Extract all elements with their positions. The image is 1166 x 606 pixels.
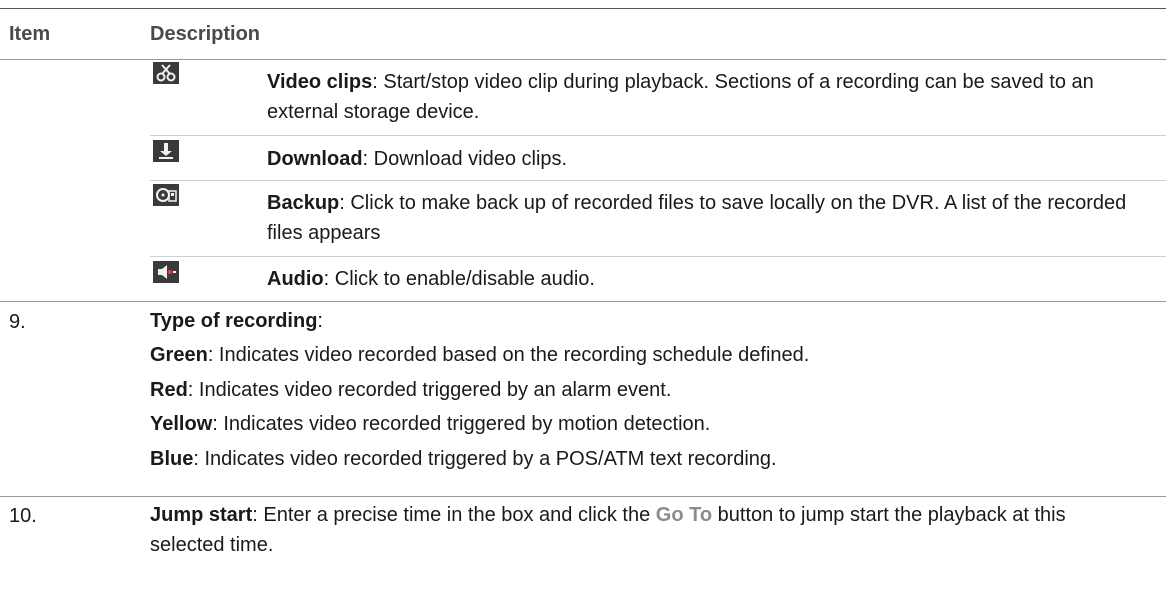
row-description: Download: Download video clips.	[267, 144, 1137, 174]
recording-type-red: Red: Indicates video recorded triggered …	[150, 375, 1140, 405]
go-to-button-reference: Go To	[655, 504, 713, 526]
table-row-backup: Backup: Click to make back up of recorde…	[150, 181, 1166, 257]
recording-type-text: : Indicates video recorded triggered by …	[212, 413, 711, 435]
item-number: 10.	[9, 505, 37, 527]
row-text: : Click to make back up of recorded file…	[267, 192, 1127, 244]
item-title: Type of recording:	[150, 306, 1140, 336]
row-description: Video clips: Start/stop video clip durin…	[267, 67, 1137, 127]
recording-type-green: Green: Indicates video recorded based on…	[150, 340, 1140, 370]
item-number: 9.	[9, 311, 26, 333]
row-description: Backup: Click to make back up of recorde…	[267, 188, 1137, 248]
item-title-suffix: :	[317, 310, 323, 332]
section-rule	[0, 496, 1166, 497]
item-term: Jump start	[150, 504, 253, 526]
row-text: : Start/stop video clip during playback.…	[267, 71, 1094, 123]
row-term: Backup	[267, 192, 340, 214]
recording-type-term: Green	[150, 344, 208, 366]
download-icon	[153, 140, 179, 162]
audio-icon	[153, 261, 179, 283]
row-description: Audio: Click to enable/disable audio.	[267, 264, 1137, 294]
row-term: Download	[267, 148, 363, 170]
recording-type-text: : Indicates video recorded triggered by …	[193, 448, 777, 470]
recording-type-yellow: Yellow: Indicates video recorded trigger…	[150, 409, 1140, 439]
recording-type-term: Red	[150, 379, 188, 401]
table-row-item-10: 10. Jump start: Enter a precise time in …	[0, 496, 1166, 576]
column-header-description: Description	[150, 23, 261, 45]
scissors-icon	[153, 62, 179, 84]
table-row-item-9: 9. Type of recording: Green: Indicates v…	[0, 301, 1166, 470]
recording-type-term: Blue	[150, 448, 194, 470]
recording-type-text: : Indicates video recorded triggered by …	[187, 379, 672, 401]
item-title-term: Type of recording	[150, 310, 318, 332]
table-row-video-clips: Video clips: Start/stop video clip durin…	[150, 60, 1166, 136]
recording-type-term: Yellow	[150, 413, 213, 435]
row-term: Audio	[267, 268, 324, 290]
recording-type-text: : Indicates video recorded based on the …	[207, 344, 810, 366]
item-text-before: : Enter a precise time in the box and cl…	[252, 504, 656, 526]
section-rule	[0, 301, 1166, 302]
table-header: Item Description	[0, 18, 1166, 60]
backup-icon	[153, 184, 179, 206]
column-header-item: Item	[9, 23, 51, 45]
row-text: : Download video clips.	[362, 148, 568, 170]
row-term: Video clips	[267, 71, 373, 93]
item-description: Jump start: Enter a precise time in the …	[150, 500, 1140, 560]
table-top-rule	[0, 8, 1166, 9]
table-row-download: Download: Download video clips.	[150, 136, 1166, 181]
recording-type-blue: Blue: Indicates video recorded triggered…	[150, 444, 1140, 474]
table-row-audio: Audio: Click to enable/disable audio.	[150, 257, 1166, 301]
row-text: : Click to enable/disable audio.	[323, 268, 595, 290]
